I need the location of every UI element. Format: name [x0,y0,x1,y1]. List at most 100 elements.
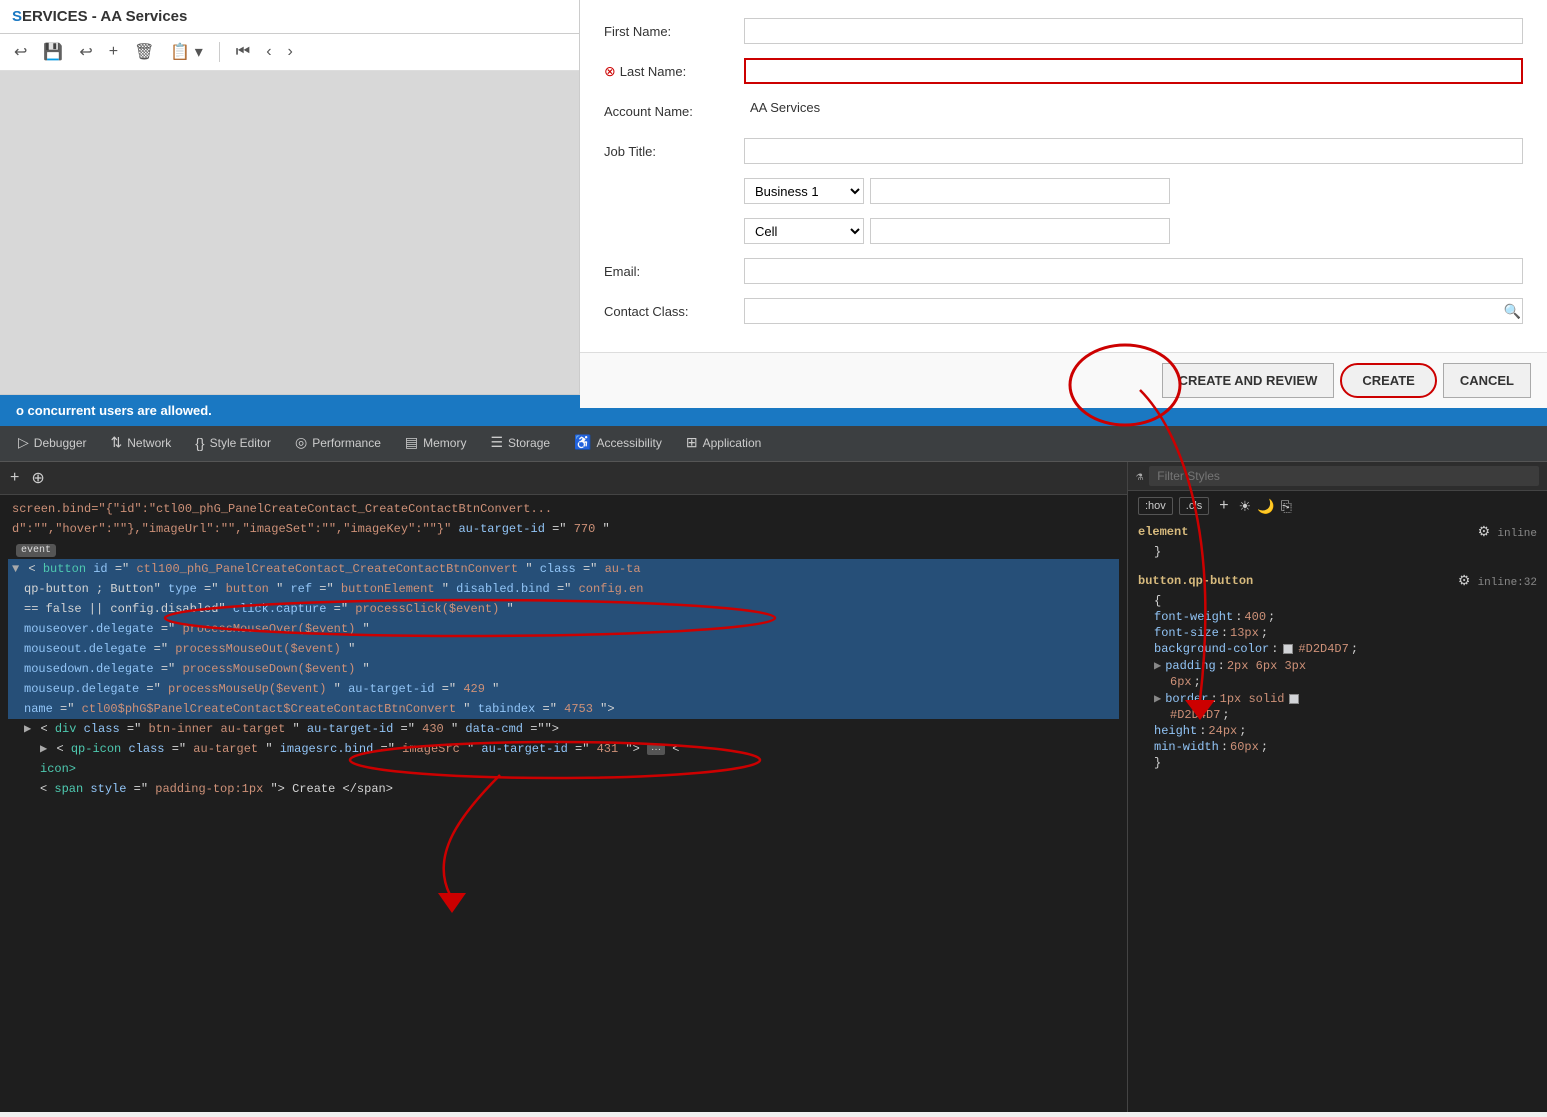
mouseout-attr: mouseout.delegate [24,642,146,656]
toolbar-save-btn[interactable]: 💾 [39,40,67,64]
qp-icon-tag: qp-icon [71,742,121,756]
toolbar-first-btn[interactable]: ⏮ [232,41,254,63]
phone-type-select-1[interactable]: Business 1 [744,178,864,204]
hov-btn[interactable]: :hov [1138,497,1173,515]
tab-memory[interactable]: ▤ Memory [395,428,477,459]
padding-arrow[interactable]: ▶ [1154,658,1161,673]
tab-storage[interactable]: ☰ Storage [480,428,560,459]
contact-class-search-btn[interactable]: 🔍 [1504,303,1521,320]
filter-styles-input[interactable] [1149,466,1539,486]
toolbar-divider [219,42,220,62]
canvas-area [0,71,579,394]
event-badge[interactable]: event [16,544,56,557]
border-arrow[interactable]: ▶ [1154,691,1161,706]
colon-1: : [1235,610,1242,624]
tab-application[interactable]: ⊞ Application [676,428,771,459]
font-weight-row: font-weight : 400 ; [1138,609,1537,625]
attr-text-1: qp-button ; Button" [24,582,168,596]
div-class-attr: class [84,722,120,736]
toolbar-copy-btn[interactable]: 📋 ▾ [166,40,206,64]
click-val: processClick($event) [355,602,499,616]
button-settings-btn[interactable]: ⚙ [1458,572,1471,589]
expand-arrow-2[interactable]: ▶ [24,722,31,736]
toolbar-next-btn[interactable]: › [284,41,297,63]
tab-performance[interactable]: ◎ Performance [285,428,391,459]
phone-input-1[interactable] [870,178,1170,204]
close-q-10: " [463,702,470,716]
title-prefix: S [12,8,22,25]
element-settings-btn[interactable]: ⚙ [1478,523,1491,540]
tab-accessibility[interactable]: ♿ Accessibility [564,428,672,459]
close-brace: } [1154,756,1161,770]
email-input[interactable] [744,258,1523,284]
border-val: 1px solid [1220,692,1285,706]
button-selector-row: button.qp-button ⚙ inline:32 [1138,572,1537,589]
create-button[interactable]: CREATE [1340,363,1436,398]
close-q-8: " [334,682,341,696]
eq-9: =" [161,662,175,676]
html-toolbar: + ⊕ [0,462,1127,495]
add-node-btn[interactable]: + [8,467,21,489]
status-message: o concurrent users are allowed. [16,403,212,418]
tab-style-editor[interactable]: {} Style Editor [185,429,281,459]
tab-network[interactable]: ⇅ Network [101,428,182,459]
dark-mode-btn[interactable]: 🌙 [1257,498,1274,515]
cancel-button[interactable]: CANCEL [1443,363,1531,398]
padding-row: ▶ padding : 2px 6px 3px [1138,657,1537,674]
html-content[interactable]: screen.bind="{"id":"ctl00_phG_PanelCreat… [0,495,1127,1112]
light-mode-btn[interactable]: ☀ [1239,498,1252,515]
contact-class-input[interactable] [744,298,1523,324]
last-name-input[interactable] [744,58,1523,84]
tab-network-label: Network [127,436,171,450]
first-name-row: First Name: [604,16,1523,46]
colon-4: : [1218,659,1225,673]
account-name-value: AA Services [744,98,1523,124]
expand-arrow-1[interactable]: ▼ [12,562,19,576]
account-name-row: Account Name: AA Services [604,96,1523,126]
border-prop: border [1165,692,1208,706]
css-brace-close: } [1138,755,1537,771]
ellipsis-btn-1[interactable]: ··· [647,744,665,755]
bg-color-swatch[interactable] [1283,644,1293,654]
first-name-input[interactable] [744,18,1523,44]
performance-icon: ◎ [295,434,307,451]
imagesrc-val: imageSrc [402,742,460,756]
tab-accessibility-label: Accessibility [597,436,662,450]
div-tag: div [55,722,77,736]
add-rule-btn[interactable]: + [1215,497,1232,515]
expand-arrow-3[interactable]: ▶ [40,742,47,756]
background-color-row: background-color : #D2D4D7 ; [1138,641,1537,657]
phone-input-2[interactable] [870,218,1170,244]
job-title-input[interactable] [744,138,1523,164]
phone-type-select-2[interactable]: Cell [744,218,864,244]
devtools-tab-bar: ▷ Debugger ⇅ Network {} Style Editor ◎ P… [0,426,1547,462]
eq-14: =" [127,722,141,736]
class-val: au-ta [605,562,641,576]
qp-class-val: au-target [193,742,258,756]
memory-icon: ▤ [405,434,418,451]
code-line-button-attr1: qp-button ; Button" type =" button " ref… [8,579,1119,599]
panel-title: SERVICES - AA Services [0,0,579,34]
eq-17: =" [172,742,186,756]
toolbar-back-btn[interactable]: ↩ [10,40,31,64]
background-color-val: #D2D4D7 [1298,642,1348,656]
right-panel: First Name: ⊗ Last Name: Account Name: A… [580,0,1547,394]
border-color-swatch[interactable] [1289,694,1299,704]
toolbar-undo-btn[interactable]: ↩ [75,40,96,64]
toolbar-delete-btn[interactable]: 🗑 [130,40,158,64]
network-icon: ⇅ [111,434,123,451]
create-and-review-button[interactable]: CREATE AND REVIEW [1162,363,1335,398]
css-toolbar: ⚗ [1128,462,1547,491]
cls-btn[interactable]: .cls [1179,497,1210,515]
eq-20: =" [134,782,148,796]
qp-au-val: 431 [597,742,619,756]
element-section: element ⚙ inline } [1138,523,1537,560]
code-line-button-attr5: mousedown.delegate =" processMouseDown($… [8,659,1119,679]
tab-debugger[interactable]: ▷ Debugger [8,428,97,459]
ref-val: buttonElement [341,582,435,596]
padding-val-row: 6px ; [1138,674,1537,690]
toolbar-prev-btn[interactable]: ‹ [262,41,275,63]
copy-btn[interactable]: ⎘ [1281,498,1292,515]
toolbar-add-btn[interactable]: + [105,41,122,63]
pick-element-btn[interactable]: ⊕ [29,466,46,490]
